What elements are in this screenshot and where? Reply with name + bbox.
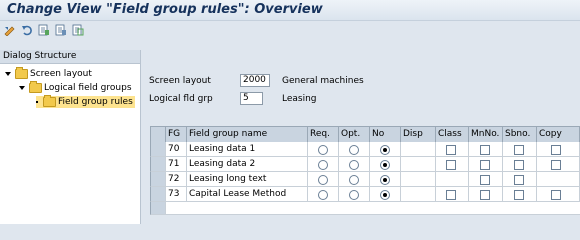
copy-checkbox[interactable] xyxy=(551,160,561,170)
logical-fld-grp-label: Logical fld grp xyxy=(149,94,213,104)
column-header-no[interactable]: No xyxy=(370,127,401,142)
req-radio[interactable] xyxy=(318,175,328,185)
no-radio[interactable] xyxy=(380,175,390,185)
tree-item-screen-layout[interactable]: Screen layout xyxy=(5,66,92,80)
dialog-structure-panel: Dialog Structure Screen layout Logical f… xyxy=(0,50,141,224)
deselect-all-icon[interactable] xyxy=(55,24,67,36)
no-radio[interactable] xyxy=(380,145,390,155)
disp-cell xyxy=(401,187,436,201)
copy-checkbox[interactable] xyxy=(551,190,561,200)
opt-radio[interactable] xyxy=(349,190,359,200)
select-block-icon[interactable] xyxy=(72,24,84,36)
field-group-name-cell: Leasing long text xyxy=(187,172,308,186)
column-header-mnno[interactable]: MnNo. xyxy=(469,127,503,142)
column-header-copy[interactable]: Copy xyxy=(537,127,580,142)
opt-radio[interactable] xyxy=(349,175,359,185)
sbno-checkbox[interactable] xyxy=(514,145,524,155)
mnno-checkbox[interactable] xyxy=(480,175,490,185)
class-checkbox[interactable] xyxy=(446,160,456,170)
tree-item-label: Logical field groups xyxy=(44,83,132,93)
column-header-sbno[interactable]: Sbno. xyxy=(503,127,537,142)
mnno-checkbox[interactable] xyxy=(480,160,490,170)
class-checkbox[interactable] xyxy=(446,145,456,155)
row-selector[interactable] xyxy=(151,157,166,171)
row-selector[interactable] xyxy=(151,142,166,156)
mnno-checkbox[interactable] xyxy=(480,145,490,155)
req-radio[interactable] xyxy=(318,160,328,170)
logical-fld-grp-field[interactable]: 5 xyxy=(240,92,263,105)
copy-checkbox[interactable] xyxy=(551,145,561,155)
select-all-icon[interactable] xyxy=(38,24,50,36)
copy-cell xyxy=(537,172,580,186)
title-bar: Change View "Field group rules": Overvie… xyxy=(0,0,580,21)
column-header-field-group-name[interactable]: Field group name xyxy=(187,127,308,142)
column-header-disp[interactable]: Disp xyxy=(401,127,436,142)
no-radio[interactable] xyxy=(380,190,390,200)
row-selector[interactable] xyxy=(151,172,166,186)
class-cell xyxy=(436,172,469,186)
leaf-bullet xyxy=(36,100,38,103)
disp-cell xyxy=(401,157,436,171)
screen-layout-field[interactable]: 2000 xyxy=(240,74,270,87)
sbno-checkbox[interactable] xyxy=(514,175,524,185)
column-header-class[interactable]: Class xyxy=(436,127,469,142)
folder-icon xyxy=(15,66,28,79)
tree-item-label: Field group rules xyxy=(58,97,133,107)
folder-icon xyxy=(29,80,42,93)
expand-icon[interactable] xyxy=(19,85,25,90)
disp-cell xyxy=(401,142,436,156)
sbno-checkbox[interactable] xyxy=(514,160,524,170)
main-content: Screen layout 2000 General machines Logi… xyxy=(142,40,580,224)
application-toolbar xyxy=(0,21,580,40)
field-group-name-cell: Capital Lease Method xyxy=(187,187,308,201)
table-row: 73 Capital Lease Method xyxy=(150,187,580,202)
table-row-empty xyxy=(150,202,580,215)
tree-item-logical-field-groups[interactable]: Logical field groups xyxy=(19,80,132,94)
row-selector[interactable] xyxy=(151,187,166,201)
select-all-rows-corner[interactable] xyxy=(151,127,166,142)
req-radio[interactable] xyxy=(318,145,328,155)
opt-radio[interactable] xyxy=(349,145,359,155)
dialog-structure-header: Dialog Structure xyxy=(0,50,140,64)
opt-radio[interactable] xyxy=(349,160,359,170)
field-group-name-cell: Leasing data 1 xyxy=(187,142,308,156)
column-header-fg[interactable]: FG xyxy=(166,127,187,142)
tree-item-field-group-rules[interactable]: Field group rules xyxy=(36,94,135,108)
sbno-checkbox[interactable] xyxy=(514,190,524,200)
fg-cell: 70 xyxy=(166,142,187,156)
screen-layout-label: Screen layout xyxy=(149,76,211,86)
table-row: 72 Leasing long text xyxy=(150,172,580,187)
column-header-req[interactable]: Req. xyxy=(308,127,339,142)
display-change-icon[interactable] xyxy=(4,24,16,36)
field-group-name-cell: Leasing data 2 xyxy=(187,157,308,171)
table-header: FG Field group name Req. Opt. No Disp Cl… xyxy=(150,126,580,143)
column-header-opt[interactable]: Opt. xyxy=(339,127,370,142)
mnno-checkbox[interactable] xyxy=(480,190,490,200)
disp-cell xyxy=(401,172,436,186)
req-radio[interactable] xyxy=(318,190,328,200)
no-radio[interactable] xyxy=(380,160,390,170)
fg-cell: 72 xyxy=(166,172,187,186)
fg-cell: 73 xyxy=(166,187,187,201)
screen-layout-description: General machines xyxy=(282,76,364,86)
folder-open-icon xyxy=(43,94,56,107)
fg-cell: 71 xyxy=(166,157,187,171)
logical-fld-grp-description: Leasing xyxy=(282,94,317,104)
class-checkbox[interactable] xyxy=(446,190,456,200)
table-row: 70 Leasing data 1 xyxy=(150,142,580,157)
undo-icon[interactable] xyxy=(21,24,33,36)
row-selector[interactable] xyxy=(151,202,166,214)
page-title: Change View "Field group rules": Overvie… xyxy=(7,2,323,17)
expand-icon[interactable] xyxy=(5,71,11,76)
tree-item-label: Screen layout xyxy=(30,69,92,79)
table-row: 71 Leasing data 2 xyxy=(150,157,580,172)
